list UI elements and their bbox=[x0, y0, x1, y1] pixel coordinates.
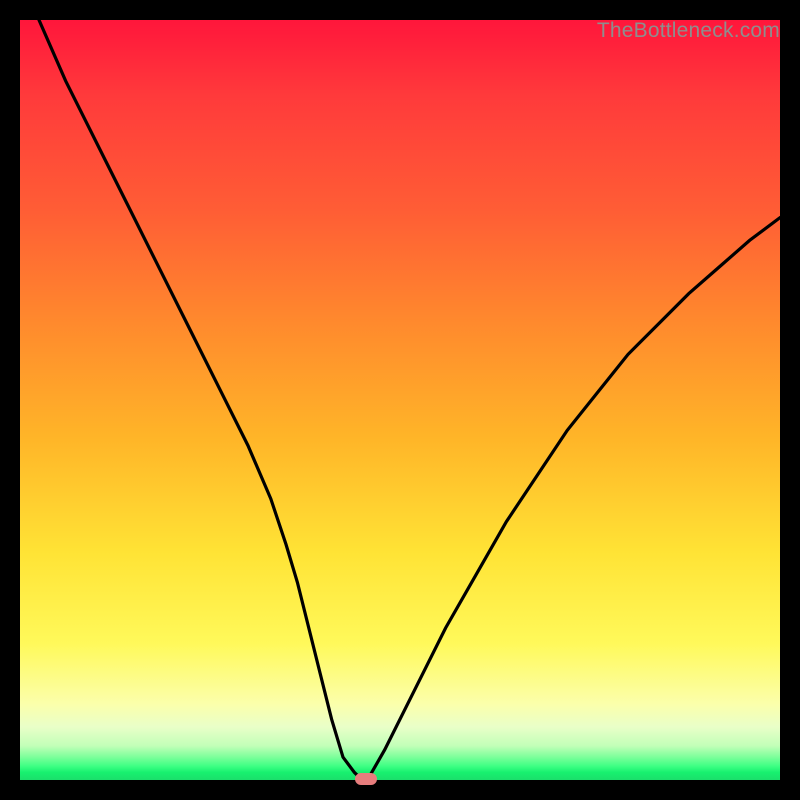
min-marker bbox=[355, 773, 377, 785]
watermark-text: TheBottleneck.com bbox=[597, 19, 780, 43]
chart-stage: TheBottleneck.com bbox=[0, 0, 800, 800]
gradient-plot-area: TheBottleneck.com bbox=[20, 20, 780, 780]
